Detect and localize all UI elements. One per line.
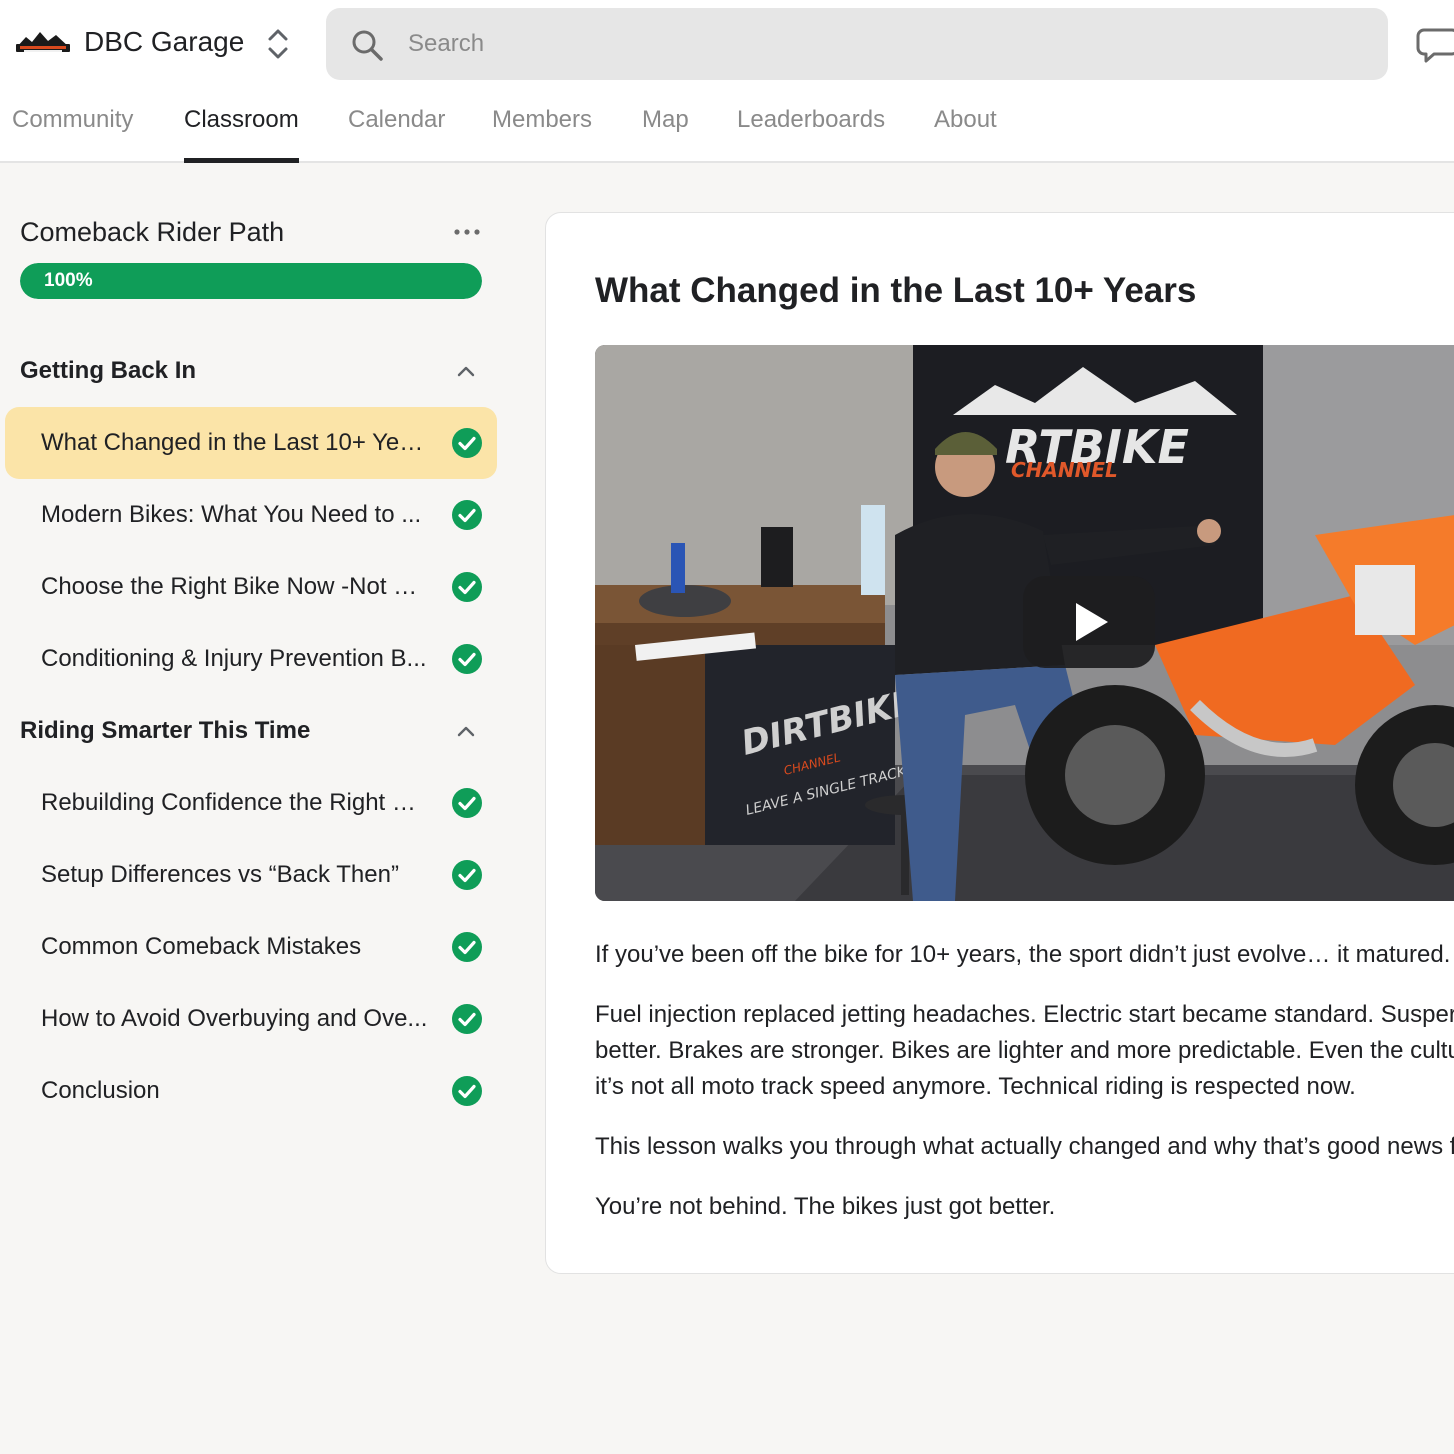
lesson-body: If you’ve been off the bike for 10+ year… <box>595 937 1454 1249</box>
lesson-item[interactable]: Rebuilding Confidence the Right W... <box>5 767 497 839</box>
progress-label: 100% <box>44 270 93 291</box>
course-title: Comeback Rider Path <box>20 217 285 247</box>
check-circle-icon <box>451 787 483 819</box>
more-icon[interactable] <box>452 222 482 242</box>
tab-about[interactable]: About <box>934 96 997 163</box>
switcher-icon[interactable] <box>262 26 294 62</box>
lesson-item[interactable]: Conditioning & Injury Prevention B... <box>5 623 497 695</box>
course-progress-bar: 100% <box>20 263 482 299</box>
lesson-item[interactable]: Conclusion <box>5 1055 497 1127</box>
chevron-up-icon[interactable] <box>456 721 476 741</box>
search-icon <box>350 28 384 62</box>
check-circle-icon <box>451 499 483 531</box>
video-player[interactable]: RTBIKE CHANNEL DIRTBIKE CHANNEL LEAVE A … <box>595 345 1454 901</box>
lesson-label: Setup Differences vs “Back Then” <box>41 861 399 888</box>
body-paragraph: This lesson walks you through what actua… <box>595 1133 1454 1160</box>
tab-classroom[interactable]: Classroom <box>184 96 299 163</box>
tab-label: Community <box>12 106 134 133</box>
lesson-title: What Changed in the Last 10+ Years <box>595 271 1197 310</box>
section-title: Riding Smarter This Time <box>20 717 311 744</box>
lesson-label: Conclusion <box>41 1077 160 1104</box>
check-circle-icon <box>451 643 483 675</box>
body-paragraph: If you’ve been off the bike for 10+ year… <box>595 941 1451 968</box>
chevron-up-icon[interactable] <box>456 361 476 381</box>
tab-label: Calendar <box>348 106 446 133</box>
lesson-content-card: What Changed in the Last 10+ Years RTBIK… <box>545 212 1454 1274</box>
chat-icon[interactable] <box>1416 26 1454 64</box>
tab-community[interactable]: Community <box>12 96 133 163</box>
active-tab-indicator <box>184 158 299 163</box>
lesson-item[interactable]: Modern Bikes: What You Need to ... <box>5 479 497 551</box>
lesson-label: What Changed in the Last 10+ Yea... <box>41 429 431 456</box>
lesson-label: Common Comeback Mistakes <box>41 933 362 960</box>
check-circle-icon <box>451 1075 483 1107</box>
play-button[interactable] <box>1023 576 1155 668</box>
tab-label: Members <box>492 106 593 133</box>
check-circle-icon <box>451 931 483 963</box>
lesson-label: Conditioning & Injury Prevention B... <box>41 645 427 672</box>
tab-label: About <box>934 106 997 133</box>
lesson-label: How to Avoid Overbuying and Ove... <box>41 1005 428 1032</box>
section-riding-smarter[interactable]: Riding Smarter This Time <box>20 709 490 753</box>
banner-subtext: CHANNEL <box>1011 458 1118 482</box>
check-circle-icon <box>451 1003 483 1035</box>
lesson-label: Rebuilding Confidence the Right W... <box>41 789 431 816</box>
section-title: Getting Back In <box>20 357 197 384</box>
lesson-label: Choose the Right Bike Now -Not W... <box>41 573 431 600</box>
brand-name[interactable]: DBC Garage <box>84 24 244 60</box>
tab-calendar[interactable]: Calendar <box>348 96 445 163</box>
body-paragraph: You’re not behind. The bikes just got be… <box>595 1193 1056 1220</box>
tab-label: Map <box>642 106 689 133</box>
body-paragraph: Fuel injection replaced jetting headache… <box>595 1001 1454 1100</box>
brand-logo[interactable] <box>14 28 72 56</box>
tab-map[interactable]: Map <box>642 96 689 163</box>
check-circle-icon <box>451 859 483 891</box>
lesson-label: Modern Bikes: What You Need to ... <box>41 501 422 528</box>
lesson-item[interactable]: How to Avoid Overbuying and Ove... <box>5 983 497 1055</box>
top-header: DBC Garage Community Classroom Calendar … <box>0 0 1454 163</box>
tab-members[interactable]: Members <box>492 96 592 163</box>
search-bar[interactable] <box>326 8 1388 80</box>
lesson-item[interactable]: Choose the Right Bike Now -Not W... <box>5 551 497 623</box>
check-circle-icon <box>451 571 483 603</box>
lesson-item[interactable]: Common Comeback Mistakes <box>5 911 497 983</box>
tab-label: Classroom <box>184 106 299 133</box>
check-circle-icon <box>451 427 483 459</box>
tab-label: Leaderboards <box>737 106 886 133</box>
lesson-item-active[interactable]: What Changed in the Last 10+ Yea... <box>5 407 497 479</box>
search-input[interactable] <box>408 8 1308 80</box>
tab-leaderboards[interactable]: Leaderboards <box>737 96 885 163</box>
section-getting-back-in[interactable]: Getting Back In <box>20 349 490 393</box>
lesson-item[interactable]: Setup Differences vs “Back Then” <box>5 839 497 911</box>
